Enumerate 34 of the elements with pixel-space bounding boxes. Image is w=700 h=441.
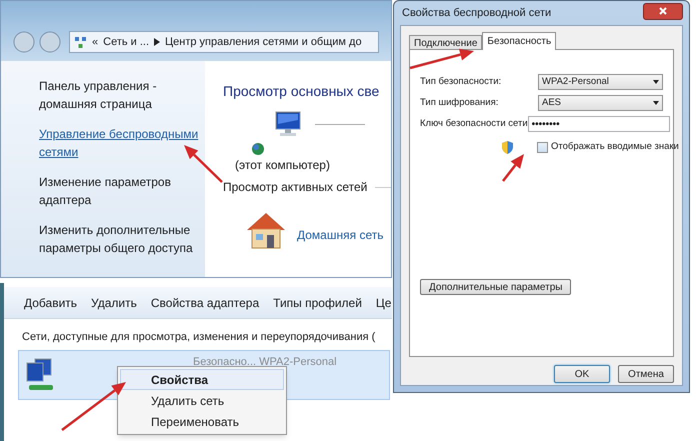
- toolbar-button[interactable]: Удалить: [91, 294, 137, 312]
- sidebar-link[interactable]: Панель управления - домашняя страница: [39, 77, 199, 113]
- dropdown[interactable]: WPA2-Personal: [538, 74, 663, 90]
- input-field[interactable]: ••••••••: [528, 116, 670, 132]
- toolbar-button[interactable]: Свойства адаптера: [150, 294, 260, 312]
- tab[interactable]: Безопасность: [482, 32, 556, 50]
- sidebar-link[interactable]: Изменение параметров адаптера: [39, 173, 199, 209]
- this-computer-label: (этот компьютер): [235, 157, 331, 174]
- breadcrumb-item[interactable]: Сеть и ...: [103, 34, 150, 50]
- toolbar-button[interactable]: Типы профилей: [273, 294, 362, 312]
- toolbar-button[interactable]: Це: [376, 294, 392, 312]
- checkbox-label: Отображать вводимые знаки: [551, 140, 679, 154]
- field-label: Ключ безопасности сети: [420, 116, 528, 131]
- field-label: Тип шифрования:: [420, 96, 500, 110]
- sidebar-link[interactable]: Управление беспроводными сетями: [39, 125, 199, 161]
- field-label: Тип безопасности:: [420, 74, 502, 89]
- list-caption: Сети, доступные для просмотра, изменения и переупорядочивания (: [21, 330, 376, 345]
- tab[interactable]: Подключение: [409, 35, 482, 50]
- section-heading: Просмотр активных сетей: [223, 179, 368, 196]
- menu-item[interactable]: Свойства: [120, 369, 284, 390]
- network-link[interactable]: Домашняя сеть: [297, 226, 384, 244]
- dialog-button[interactable]: Отмена: [618, 365, 674, 383]
- dialog-button[interactable]: OK: [554, 365, 610, 383]
- security-label: Безопасно... WPA2-Personal: [193, 354, 337, 370]
- dropdown[interactable]: AES: [538, 95, 663, 111]
- breadcrumb-overflow[interactable]: «: [92, 34, 98, 50]
- menu-item[interactable]: Переименовать: [120, 411, 284, 432]
- breadcrumb-item[interactable]: Центр управления сетями и общим до: [165, 34, 362, 50]
- page-heading: Просмотр основных све: [223, 82, 380, 101]
- window-title: Свойства беспроводной сети: [402, 6, 552, 21]
- sidebar-link[interactable]: Изменить дополнительные параметры общего доступа: [39, 221, 199, 257]
- address-bar[interactable]: « Сеть и ... Центр управления сетями и общим до: [69, 31, 379, 53]
- advanced-settings-button[interactable]: Дополнительные параметры: [420, 279, 572, 296]
- toolbar-button[interactable]: Добавить: [24, 294, 78, 312]
